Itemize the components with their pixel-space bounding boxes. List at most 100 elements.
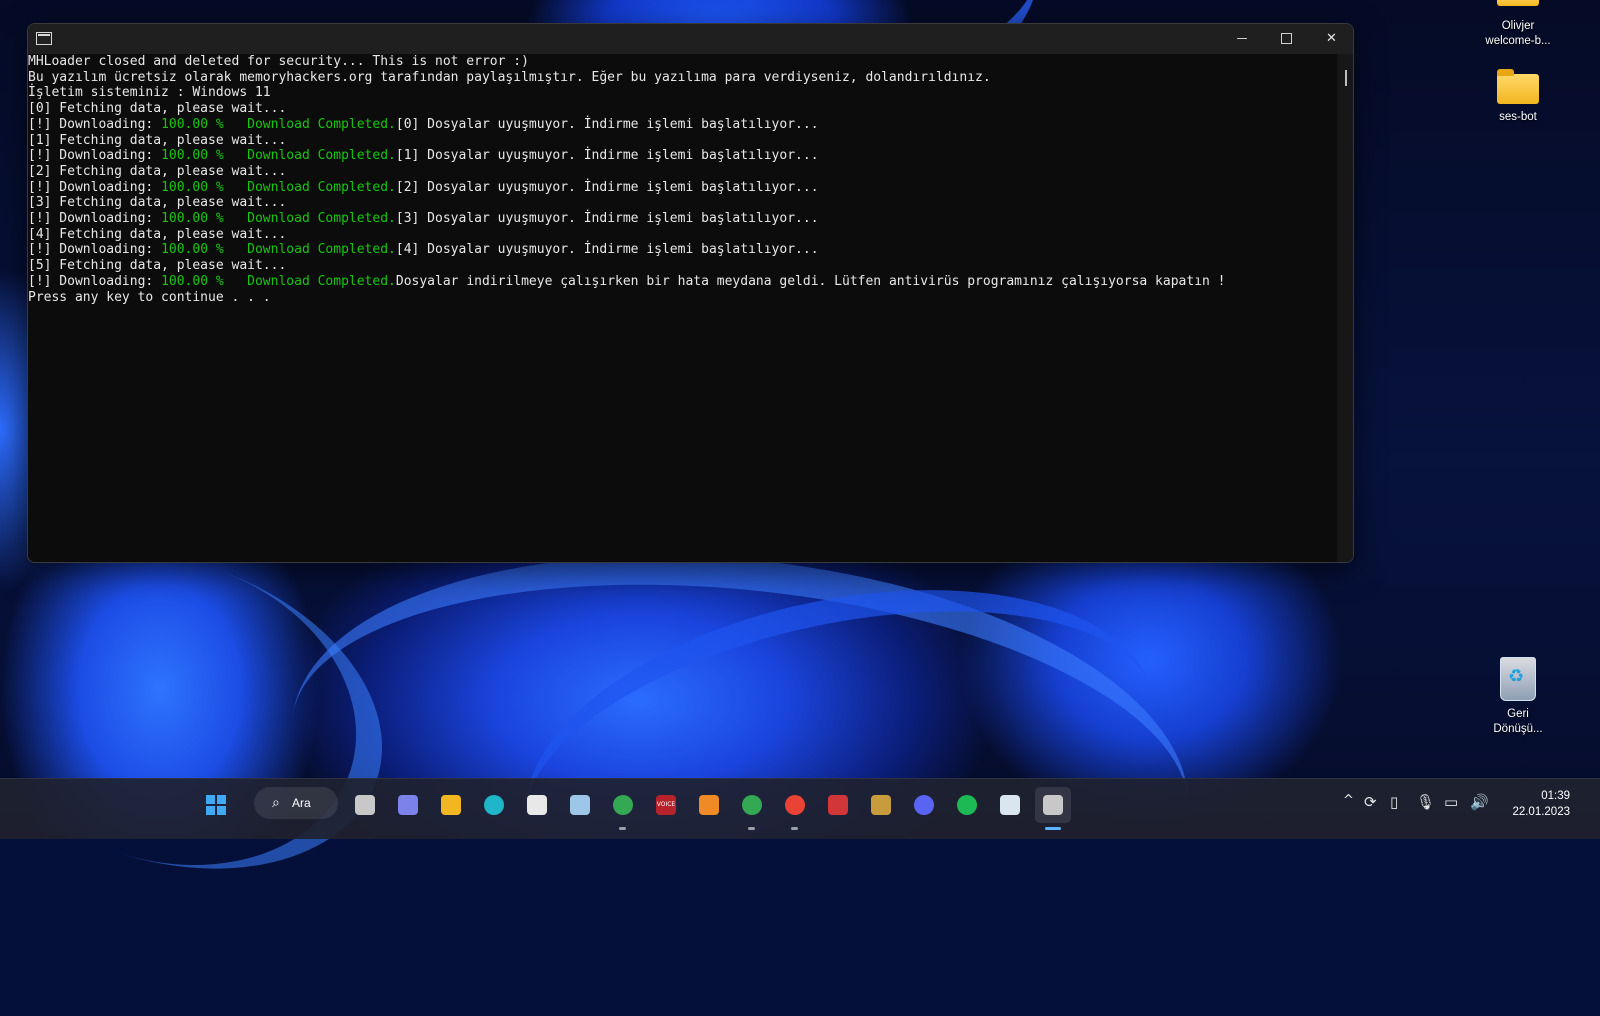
recycle-bin-icon: ♻ xyxy=(1500,657,1536,701)
clock-date: 22.01.2023 xyxy=(1512,806,1570,818)
console-window[interactable]: ✕ MHLoader closed and deleted for securi… xyxy=(27,23,1354,563)
console-text: İşletim sisteminiz : Windows 11 xyxy=(28,85,271,101)
console-text: [3] Dosyalar uyuşmuyor. İndirme işlemi b… xyxy=(395,211,819,227)
taskbar-app-button[interactable] xyxy=(433,787,469,823)
console-text: [4] Dosyalar uyuşmuyor. İndirme işlemi b… xyxy=(395,242,819,258)
taskbar-app-button[interactable] xyxy=(390,787,426,823)
maximize-button[interactable] xyxy=(1264,24,1309,54)
console-success-text: 100.00 % Download Completed. xyxy=(161,242,396,258)
console-line: [4] Fetching data, please wait... xyxy=(28,227,1336,243)
taskbar-app-button[interactable] xyxy=(519,787,555,823)
console-text: [3] Fetching data, please wait... xyxy=(28,195,287,211)
taskbar-app-button[interactable]: VOICE xyxy=(648,787,684,823)
console-text: Press any key to continue . . . xyxy=(28,289,271,305)
console-text: [5] Fetching data, please wait... xyxy=(28,258,287,274)
sync-icon[interactable]: ⟳ xyxy=(1364,793,1377,811)
console-text: [2] Fetching data, please wait... xyxy=(28,163,287,179)
console-text: [!] Downloading: xyxy=(28,211,162,227)
running-indicator xyxy=(1045,827,1061,830)
start-button[interactable] xyxy=(198,787,234,823)
console-line: [!] Downloading: 100.00 % Download Compl… xyxy=(28,274,1336,290)
taskbar-app-button[interactable] xyxy=(906,787,942,823)
console-text: [!] Downloading: xyxy=(28,148,162,164)
taskbar-app-button[interactable] xyxy=(863,787,899,823)
console-line: [0] Fetching data, please wait... xyxy=(28,101,1336,117)
taskbar-search-button[interactable]: ⌕ Ara xyxy=(254,787,338,819)
discord-icon xyxy=(914,795,934,815)
console-text: Bu yazılım ücretsiz olarak memoryhackers… xyxy=(28,69,991,85)
windows-start-icon xyxy=(206,795,226,815)
search-icon: ⌕ xyxy=(272,794,280,810)
resource-monitor-icon xyxy=(570,795,590,815)
desktop-icon-label: ses-bot xyxy=(1499,111,1537,123)
taskbar-app-button[interactable] xyxy=(992,787,1028,823)
console-text: [2] Dosyalar uyuşmuyor. İndirme işlemi b… xyxy=(395,179,819,195)
console-success-text: 100.00 % Download Completed. xyxy=(161,273,396,289)
desktop-icon-olivjer[interactable]: Olivjer welcome-b... xyxy=(1478,19,1558,49)
console-line: MHLoader closed and deleted for security… xyxy=(28,54,1336,70)
taskbar-app-button[interactable] xyxy=(562,787,598,823)
voicemeeter-icon: VOICE xyxy=(656,795,676,815)
taskbar-clock[interactable]: 01:39 22.01.2023 xyxy=(1490,788,1570,820)
console-text: [4] Fetching data, please wait... xyxy=(28,226,287,242)
console-line: [1] Fetching data, please wait... xyxy=(28,133,1336,149)
console-text: [1] Dosyalar uyuşmuyor. İndirme işlemi b… xyxy=(395,148,819,164)
close-button[interactable]: ✕ xyxy=(1309,24,1353,54)
minimize-button[interactable] xyxy=(1219,24,1264,54)
microphone-icon[interactable]: 🎙 xyxy=(1416,793,1435,811)
taskbar-app-button[interactable] xyxy=(820,787,856,823)
console-text: [!] Downloading: xyxy=(28,116,162,132)
console-line: Bu yazılım ücretsiz olarak memoryhackers… xyxy=(28,70,1336,86)
desktop-icon-recycle-bin[interactable]: ♻ Geri Dönüşü... xyxy=(1478,657,1558,737)
league-of-legends-icon xyxy=(871,795,891,815)
desktop-icon-label: Geri Dönüşü... xyxy=(1493,708,1543,735)
chrome-icon xyxy=(785,795,805,815)
chrome-dev-icon xyxy=(742,795,762,815)
scrollbar[interactable] xyxy=(1337,54,1353,562)
file-explorer-icon xyxy=(441,795,461,815)
console-success-text: 100.00 % Download Completed. xyxy=(161,211,396,227)
console-line: [!] Downloading: 100.00 % Download Compl… xyxy=(28,117,1336,133)
taskbar-app-button[interactable] xyxy=(777,787,813,830)
console-text: MHLoader closed and deleted for security… xyxy=(28,54,529,69)
console-text: [!] Downloading: xyxy=(28,179,162,195)
usb-icon[interactable]: ▯ xyxy=(1390,793,1398,811)
taskbar-app-button[interactable] xyxy=(605,787,641,830)
scrollbar-thumb[interactable] xyxy=(1345,70,1347,86)
valorant-icon xyxy=(828,795,848,815)
edge-icon xyxy=(484,795,504,815)
console-success-text: 100.00 % Download Completed. xyxy=(161,116,396,132)
taskbar: ⌕ Ara VOICE ^ ⟳ ▯ 🎙 ▭ 🔊 01:39 22.01.2023 xyxy=(0,778,1600,839)
teams-chat-icon xyxy=(398,795,418,815)
desktop-icon-ses-bot[interactable]: ses-bot xyxy=(1478,69,1558,125)
notepad-app-icon xyxy=(1000,795,1020,815)
window-titlebar[interactable]: ✕ xyxy=(28,24,1353,54)
console-line: [!] Downloading: 100.00 % Download Compl… xyxy=(28,242,1336,258)
taskbar-app-button[interactable] xyxy=(691,787,727,823)
taskbar-app-button[interactable] xyxy=(734,787,770,830)
console-text: [!] Downloading: xyxy=(28,273,162,289)
console-line: İşletim sisteminiz : Windows 11 xyxy=(28,85,1336,101)
microsoft-store-icon xyxy=(527,795,547,815)
console-text: Dosyalar indirilmeye çalışırken bir hata… xyxy=(395,273,1226,289)
chrome-profile-icon xyxy=(613,795,633,815)
console-text: [0] Dosyalar uyuşmuyor. İndirme işlemi b… xyxy=(395,116,819,132)
clock-time: 01:39 xyxy=(1541,790,1570,802)
close-icon: ✕ xyxy=(1326,31,1337,46)
network-icon[interactable]: ▭ xyxy=(1444,793,1458,811)
console-text: [!] Downloading: xyxy=(28,242,162,258)
console-line: [!] Downloading: 100.00 % Download Compl… xyxy=(28,180,1336,196)
console-success-text: 100.00 % Download Completed. xyxy=(161,179,396,195)
shortcut-icon[interactable] xyxy=(1497,0,1539,6)
tray-overflow-chevron-icon[interactable]: ^ xyxy=(1343,793,1354,808)
taskbar-app-button[interactable] xyxy=(347,787,383,823)
maximize-icon xyxy=(1281,33,1292,44)
console-text: [1] Fetching data, please wait... xyxy=(28,132,287,148)
console-line: [5] Fetching data, please wait... xyxy=(28,258,1336,274)
console-output[interactable]: MHLoader closed and deleted for security… xyxy=(28,54,1336,562)
taskbar-app-button[interactable] xyxy=(1035,787,1071,830)
task-view-icon xyxy=(355,795,375,815)
taskbar-app-button[interactable] xyxy=(476,787,512,823)
volume-icon[interactable]: 🔊 xyxy=(1470,793,1489,811)
taskbar-app-button[interactable] xyxy=(949,787,985,823)
